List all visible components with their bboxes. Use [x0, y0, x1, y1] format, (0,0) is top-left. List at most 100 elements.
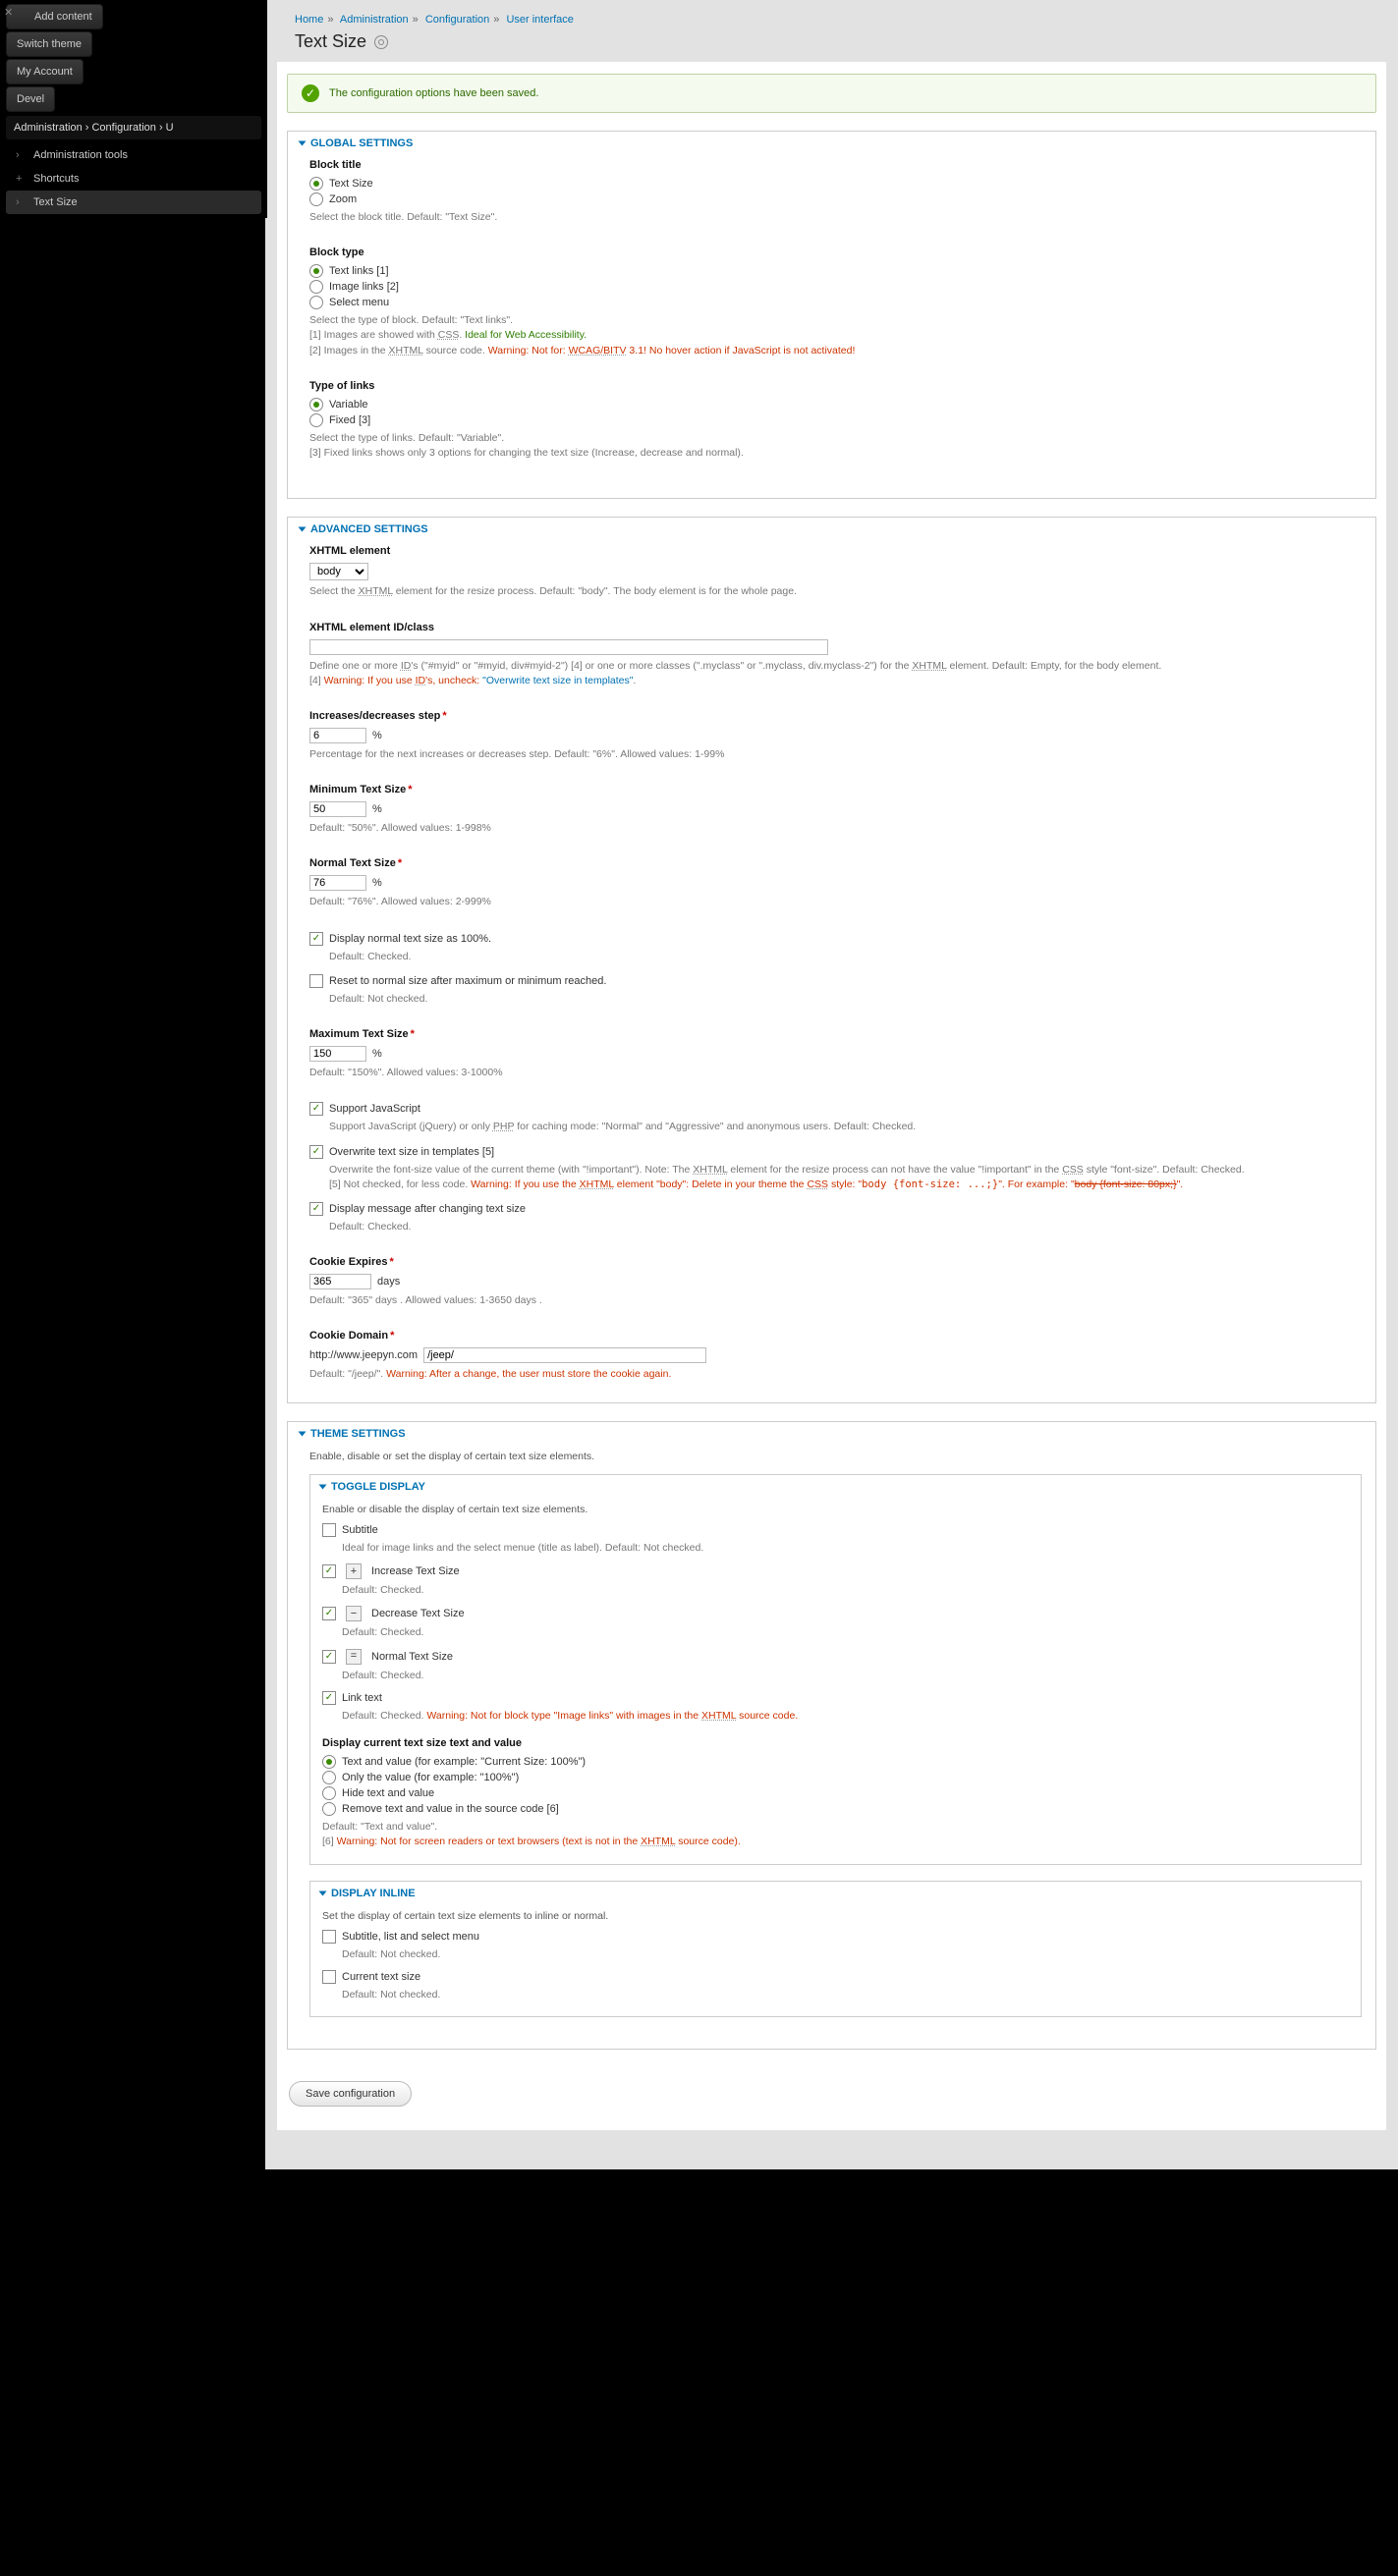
minus-icon: − [346, 1606, 362, 1621]
description: Default: Checked. [329, 950, 1362, 964]
input-normal[interactable] [309, 875, 366, 891]
description: Default: Checked. Warning: Not for block… [342, 1709, 1349, 1724]
checkbox-icon [309, 1102, 323, 1116]
radio-icon [309, 177, 323, 191]
radio-display-remove[interactable]: Remove text and value in the source code… [322, 1802, 1349, 1816]
description: Enable, disable or set the display of ce… [309, 1450, 1362, 1464]
description: Select the type of links. Default: "Vari… [309, 431, 1362, 461]
checkbox-display-100[interactable]: Display normal text size as 100%. [309, 932, 1362, 946]
close-icon[interactable]: ✕ [4, 6, 13, 19]
checkbox-increase[interactable]: +Increase Text Size [322, 1563, 1349, 1579]
checkbox-link-text[interactable]: Link text [322, 1691, 1349, 1705]
radio-display-value-only[interactable]: Only the value (for example: "100%") [322, 1771, 1349, 1784]
sidebar-item-admin-tools[interactable]: › Administration tools [6, 143, 261, 167]
main-region: Home» Administration» Configuration» Use… [265, 0, 1398, 2169]
radio-links-fixed[interactable]: Fixed [3] [309, 413, 1362, 427]
legend-text: ADVANCED SETTINGS [310, 523, 428, 535]
sidebar-item-shortcuts[interactable]: + Shortcuts [6, 167, 261, 191]
status-message: ✓ The configuration options have been sa… [287, 74, 1376, 113]
legend-global-settings[interactable]: GLOBAL SETTINGS [300, 137, 1362, 149]
label-block-type: Block type [309, 247, 1362, 258]
checkbox-icon [309, 1145, 323, 1159]
page-title: Text Size [295, 31, 1369, 52]
description: Support JavaScript (jQuery) or only PHP … [329, 1120, 1362, 1134]
triangle-down-icon [299, 1431, 307, 1436]
label-max: Maximum Text Size* [309, 1028, 1362, 1040]
breadcrumb-link[interactable]: Administration [340, 14, 409, 26]
description: Default: "/jeep/". Warning: After a chan… [309, 1367, 1362, 1382]
input-cookie-expires[interactable] [309, 1274, 371, 1289]
checkbox-icon [322, 1930, 336, 1944]
checkbox-normal[interactable]: =Normal Text Size [322, 1649, 1349, 1665]
radio-icon [309, 398, 323, 411]
sidebar-btn-my-account[interactable]: My Account [6, 59, 84, 84]
checkbox-overwrite[interactable]: Overwrite text size in templates [5] [309, 1145, 1362, 1159]
checkbox-inline-subtitle[interactable]: Subtitle, list and select menu [322, 1930, 1349, 1944]
group-xhtml-id-class: XHTML element ID/class Define one or mor… [309, 622, 1362, 688]
radio-icon [309, 413, 323, 427]
sidebar-btn-devel[interactable]: Devel [6, 86, 55, 112]
description: Default: Checked. [342, 1583, 1349, 1598]
fieldset-advanced-settings: ADVANCED SETTINGS XHTML element body Sel… [287, 517, 1376, 1402]
group-reset: Reset to normal size after maximum or mi… [309, 974, 1362, 1007]
input-cookie-domain[interactable] [423, 1347, 706, 1363]
input-xhtml-id-class[interactable] [309, 639, 828, 655]
description: Default: "150%". Allowed values: 3-1000% [309, 1066, 1362, 1080]
checkbox-subtitle[interactable]: Subtitle [322, 1523, 1349, 1537]
group-step: Increases/decreases step* % Percentage f… [309, 710, 1362, 762]
checkbox-reset[interactable]: Reset to normal size after maximum or mi… [309, 974, 1362, 988]
radio-display-text-value[interactable]: Text and value (for example: "Current Si… [322, 1755, 1349, 1769]
description: Default: Not checked. [329, 992, 1362, 1007]
group-normal: Normal Text Size* % Default: "76%". Allo… [309, 857, 1362, 909]
legend-toggle-display[interactable]: TOGGLE DISPLAY [320, 1481, 1349, 1493]
description: Default: "76%". Allowed values: 2-999% [309, 895, 1362, 909]
check-icon: ✓ [302, 84, 319, 102]
radio-icon [322, 1802, 336, 1816]
chevron-right-icon: › [16, 149, 26, 161]
legend-display-inline[interactable]: DISPLAY INLINE [320, 1888, 1349, 1899]
description: Percentage for the next increases or dec… [309, 747, 1362, 762]
legend-text: DISPLAY INLINE [331, 1888, 416, 1899]
group-block-title: Block title Text Size Zoom Select the bl… [309, 159, 1362, 225]
page-title-text: Text Size [295, 31, 366, 52]
group-overwrite: Overwrite text size in templates [5] Ove… [309, 1145, 1362, 1192]
input-step[interactable] [309, 728, 366, 743]
radio-links-variable[interactable]: Variable [309, 398, 1362, 411]
sidebar-item-text-size[interactable]: › Text Size [6, 191, 261, 214]
content-region: ✓ The configuration options have been sa… [277, 62, 1386, 2130]
breadcrumb-link[interactable]: User interface [506, 14, 573, 26]
radio-block-title-zoom[interactable]: Zoom [309, 192, 1362, 206]
input-min[interactable] [309, 801, 366, 817]
radio-block-title-text-size[interactable]: Text Size [309, 177, 1362, 191]
unit-label: days [377, 1276, 400, 1288]
radio-block-type-select-menu[interactable]: Select menu [309, 296, 1362, 309]
legend-theme-settings[interactable]: THEME SETTINGS [300, 1428, 1362, 1440]
checkbox-inline-current[interactable]: Current text size [322, 1970, 1349, 1984]
breadcrumb-link[interactable]: Configuration [425, 14, 489, 26]
save-button[interactable]: Save configuration [289, 2081, 412, 2107]
equal-icon: = [346, 1649, 362, 1665]
select-xhtml-element[interactable]: body [309, 563, 368, 580]
group-max: Maximum Text Size* % Default: "150%". Al… [309, 1028, 1362, 1080]
checkbox-decrease[interactable]: −Decrease Text Size [322, 1606, 1349, 1621]
description: Default: Checked. [342, 1669, 1349, 1683]
group-min: Minimum Text Size* % Default: "50%". All… [309, 784, 1362, 836]
gear-icon[interactable] [374, 35, 388, 49]
legend-text: GLOBAL SETTINGS [310, 137, 413, 149]
link-overwrite-anchor[interactable]: "Overwrite text size in templates" [482, 675, 633, 686]
admin-sidebar: ✕ Add content Switch theme My Account De… [0, 0, 267, 218]
radio-block-type-image-links[interactable]: Image links [2] [309, 280, 1362, 294]
radio-icon [322, 1755, 336, 1769]
radio-block-type-text-links[interactable]: Text links [1] [309, 264, 1362, 278]
label-block-title: Block title [309, 159, 1362, 171]
description: Default: Checked. [329, 1220, 1362, 1234]
input-max[interactable] [309, 1046, 366, 1062]
legend-advanced-settings[interactable]: ADVANCED SETTINGS [300, 523, 1362, 535]
sidebar-btn-add-content[interactable]: Add content [6, 4, 103, 29]
checkbox-display-message[interactable]: Display message after changing text size [309, 1202, 1362, 1216]
triangle-down-icon [319, 1484, 327, 1489]
radio-display-hide[interactable]: Hide text and value [322, 1786, 1349, 1800]
breadcrumb-link[interactable]: Home [295, 14, 323, 26]
checkbox-support-js[interactable]: Support JavaScript [309, 1102, 1362, 1116]
sidebar-btn-switch-theme[interactable]: Switch theme [6, 31, 92, 57]
